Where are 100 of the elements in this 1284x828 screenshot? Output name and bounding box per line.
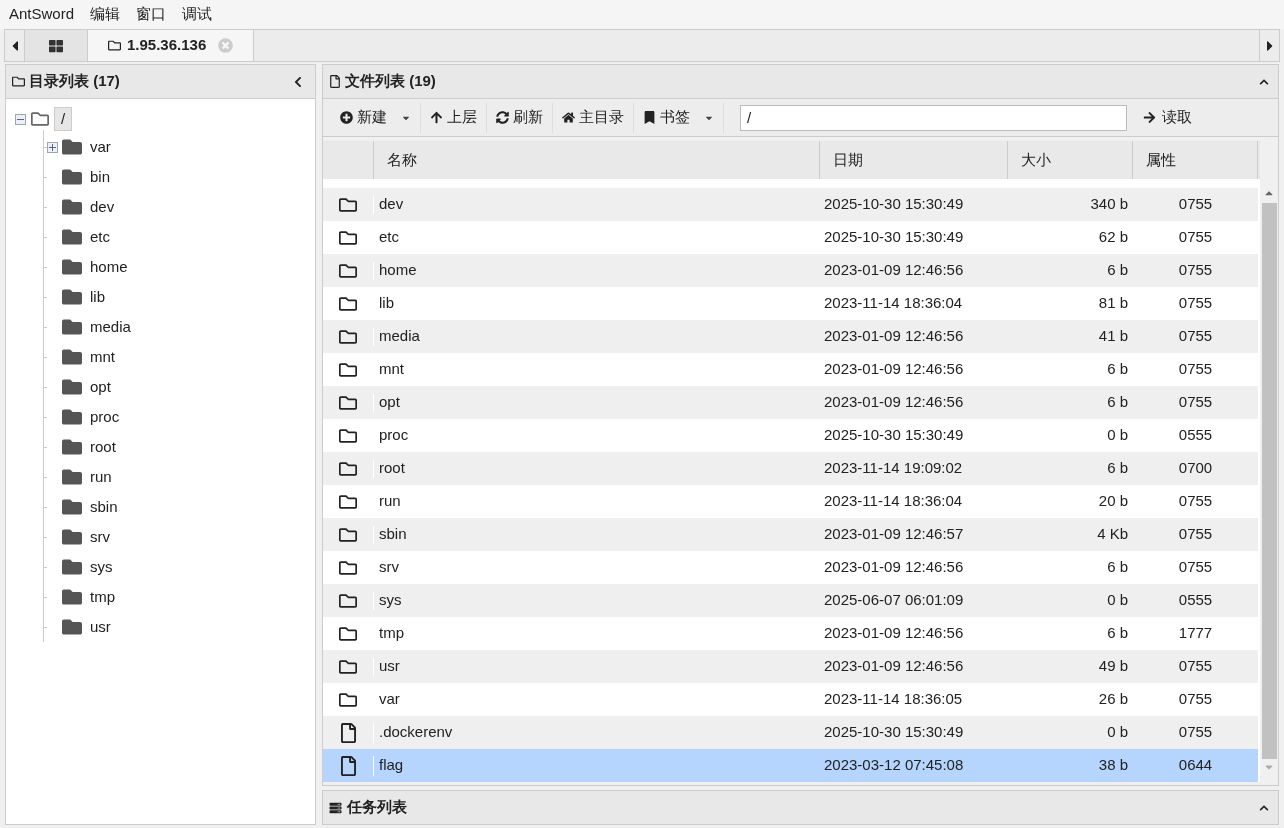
tree-item[interactable]: usr bbox=[90, 615, 111, 639]
tree-item[interactable]: run bbox=[90, 465, 112, 489]
file-row[interactable]: flag 2023-03-12 07:45:08 38 b 0644 bbox=[323, 749, 1258, 782]
tree-item[interactable]: home bbox=[90, 255, 128, 279]
folder-icon bbox=[338, 393, 358, 412]
file-size: 20 b bbox=[1097, 491, 1129, 512]
file-date: 2023-01-09 12:46:56 bbox=[823, 260, 965, 281]
folder-icon bbox=[61, 257, 83, 277]
file-date: 2023-11-14 18:36:04 bbox=[823, 293, 964, 314]
menu-item[interactable]: AntSword bbox=[9, 3, 75, 26]
collapse-toggle[interactable] bbox=[15, 113, 26, 125]
file-permission: 0555 bbox=[1177, 425, 1214, 446]
file-icon bbox=[329, 75, 341, 88]
folder-icon bbox=[61, 587, 83, 607]
folder-icon bbox=[61, 287, 83, 307]
menu-item[interactable]: 调试 bbox=[182, 3, 213, 26]
folder-icon bbox=[61, 377, 83, 397]
file-permission: 0755 bbox=[1177, 557, 1214, 578]
tab[interactable] bbox=[25, 30, 88, 61]
file-row[interactable]: usr 2023-01-09 12:46:56 49 b 0755 bbox=[323, 650, 1258, 683]
file-permission: 0755 bbox=[1177, 194, 1214, 215]
tree-item[interactable]: lib bbox=[90, 285, 105, 309]
file-permission: 0755 bbox=[1177, 491, 1214, 512]
tree-item[interactable]: tmp bbox=[90, 585, 115, 609]
file-row[interactable]: dev 2025-10-30 15:30:49 340 b 0755 bbox=[323, 188, 1258, 221]
folder-icon bbox=[61, 347, 83, 367]
folder-icon bbox=[338, 195, 358, 214]
file-size: 41 b bbox=[1097, 326, 1129, 347]
path-field[interactable]: / bbox=[740, 104, 1127, 131]
file-name: usr bbox=[378, 656, 401, 677]
file-name: mnt bbox=[378, 359, 405, 380]
tree-item[interactable]: var bbox=[90, 135, 111, 159]
tree-item[interactable]: dev bbox=[90, 195, 115, 219]
file-size: 6 b bbox=[1106, 557, 1129, 578]
toolbar-button[interactable]: 新建 bbox=[331, 102, 421, 133]
folder-icon bbox=[61, 557, 83, 577]
file-row[interactable]: home 2023-01-09 12:46:56 6 b 0755 bbox=[323, 254, 1258, 287]
folder-icon bbox=[338, 591, 358, 610]
collapse-icon[interactable] bbox=[293, 75, 303, 88]
panel-title: 文件列表 (19) bbox=[345, 71, 437, 92]
file-name: var bbox=[378, 689, 401, 710]
refresh-icon bbox=[496, 111, 509, 124]
up-icon bbox=[430, 111, 443, 124]
folder-icon bbox=[61, 437, 83, 457]
file-date: 2023-11-14 19:09:02 bbox=[823, 458, 964, 479]
file-date: 2025-10-30 15:30:49 bbox=[823, 722, 965, 743]
file-date: 2023-01-09 12:46:56 bbox=[823, 623, 965, 644]
file-size: 6 b bbox=[1106, 392, 1129, 413]
toolbar-button[interactable]: 书签 bbox=[634, 102, 724, 133]
folder-icon bbox=[338, 261, 358, 280]
tree-item[interactable]: mnt bbox=[90, 345, 115, 369]
folder-icon bbox=[61, 167, 83, 187]
folder-icon bbox=[338, 360, 358, 379]
file-name: sbin bbox=[378, 524, 408, 545]
read-button[interactable]: 读取 bbox=[1135, 102, 1200, 133]
file-size: 26 b bbox=[1097, 689, 1129, 710]
tree-item[interactable]: media bbox=[90, 315, 131, 339]
file-date: 2023-11-14 18:36:05 bbox=[823, 689, 964, 710]
folder-icon bbox=[61, 317, 83, 337]
file-row[interactable]: sys 2025-06-07 06:01:09 0 b 0555 bbox=[323, 584, 1258, 617]
tree-item[interactable]: opt bbox=[90, 375, 111, 399]
file-permission: 0755 bbox=[1177, 260, 1214, 281]
toolbar-button[interactable]: 主目录 bbox=[553, 102, 634, 133]
file-permission: 0755 bbox=[1177, 392, 1214, 413]
file-size: 0 b bbox=[1106, 425, 1129, 446]
file-row[interactable]: opt 2023-01-09 12:46:56 6 b 0755 bbox=[323, 386, 1258, 419]
tree-item[interactable]: root bbox=[90, 435, 116, 459]
menu-item[interactable]: 窗口 bbox=[136, 3, 167, 26]
toolbar-button[interactable]: 上层 bbox=[421, 102, 487, 133]
tree-item[interactable]: srv bbox=[90, 525, 110, 549]
file-size: 0 b bbox=[1106, 590, 1129, 611]
folder-icon bbox=[61, 497, 83, 517]
file-row[interactable]: .dockerenv 2025-10-30 15:30:49 0 b 0755 bbox=[323, 716, 1258, 749]
file-name: root bbox=[378, 458, 406, 479]
folder-icon bbox=[338, 558, 358, 577]
expand-toggle[interactable] bbox=[47, 141, 58, 153]
tree-item[interactable]: sys bbox=[90, 555, 113, 579]
file-date: 2023-01-09 12:46:56 bbox=[823, 656, 965, 677]
file-size: 340 b bbox=[1089, 194, 1129, 215]
folder-icon bbox=[61, 617, 83, 637]
file-row[interactable]: sbin 2023-01-09 12:46:57 4 Kb 0755 bbox=[323, 518, 1258, 551]
tree-item[interactable]: bin bbox=[90, 165, 111, 189]
folder-icon bbox=[61, 137, 83, 157]
menu-item[interactable]: 编辑 bbox=[90, 3, 121, 26]
file-date: 2025-10-30 15:30:49 bbox=[823, 194, 965, 215]
tree-item[interactable]: proc bbox=[90, 405, 120, 429]
folder-icon bbox=[338, 690, 358, 709]
folder-icon bbox=[338, 426, 358, 445]
file-date: 2023-03-12 07:45:08 bbox=[823, 755, 965, 776]
file-date: 2023-11-14 18:36:04 bbox=[823, 491, 964, 512]
tree-item[interactable]: / bbox=[54, 106, 73, 132]
toolbar-button[interactable]: 刷新 bbox=[487, 102, 553, 133]
file-row[interactable]: root 2023-11-14 19:09:02 6 b 0700 bbox=[323, 452, 1258, 485]
file-permission: 0555 bbox=[1177, 590, 1214, 611]
tab[interactable]: 1.95.36.136 bbox=[88, 30, 255, 61]
file-row[interactable]: media 2023-01-09 12:46:56 41 b 0755 bbox=[323, 320, 1258, 353]
tree-item[interactable]: sbin bbox=[90, 495, 118, 519]
file-size: 6 b bbox=[1106, 458, 1129, 479]
file-name: tmp bbox=[378, 623, 405, 644]
tree-item[interactable]: etc bbox=[90, 225, 110, 249]
